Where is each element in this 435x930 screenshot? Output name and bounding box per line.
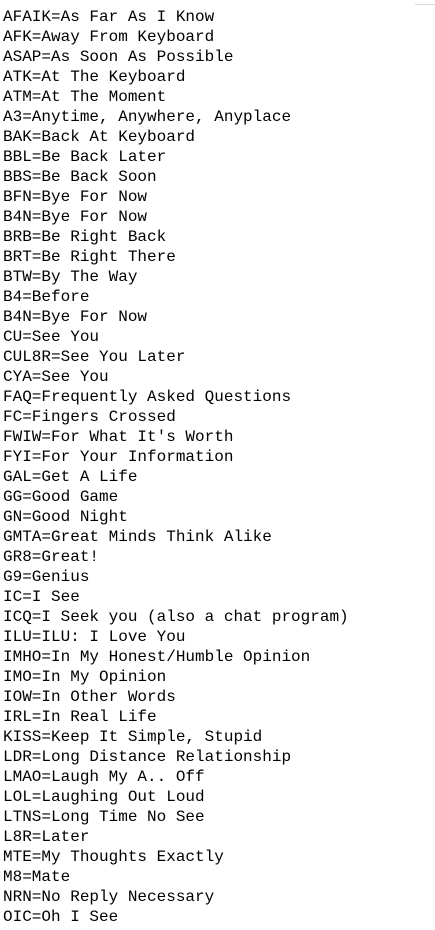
text-line: IRL=In Real Life: [3, 708, 157, 726]
text-line: IOW=In Other Words: [3, 688, 176, 706]
text-line: CUL8R=See You Later: [3, 348, 186, 366]
text-line: FWIW=For What It's Worth: [3, 428, 234, 446]
text-line: IMO=In My Opinion: [3, 668, 167, 686]
text-line: ICQ=I Seek you (also a chat program): [3, 608, 349, 626]
text-document[interactable]: AFAIK=As Far As I Know AFK=Away From Key…: [3, 7, 433, 927]
text-line: AFK=Away From Keyboard: [3, 28, 215, 46]
text-line: GAL=Get A Life: [3, 468, 138, 486]
text-line: KISS=Keep It Simple, Stupid: [3, 728, 263, 746]
text-line: B4N=Bye For Now: [3, 208, 148, 226]
text-line: B4N=Bye For Now: [3, 308, 148, 326]
text-line: LTNS=Long Time No See: [3, 808, 205, 826]
text-line: BAK=Back At Keyboard: [3, 128, 196, 146]
text-line: BTW=By The Way: [3, 268, 138, 286]
text-line: G9=Genius: [3, 568, 90, 586]
text-line: B4=Before: [3, 288, 90, 306]
text-line: MTE=My Thoughts Exactly: [3, 848, 224, 866]
text-line: BRB=Be Right Back: [3, 228, 167, 246]
text-line: AFAIK=As Far As I Know: [3, 8, 215, 26]
top-edge: [0, 0, 435, 6]
text-line: CU=See You: [3, 328, 100, 346]
text-line: LDR=Long Distance Relationship: [3, 748, 292, 766]
text-line: BBS=Be Back Soon: [3, 168, 157, 186]
text-line: CYA=See You: [3, 368, 109, 386]
text-line: BFN=Bye For Now: [3, 188, 148, 206]
text-line: A3=Anytime, Anywhere, Anyplace: [3, 108, 292, 126]
text-line: LMAO=Laugh My A.. Off: [3, 768, 205, 786]
text-line: ATK=At The Keyboard: [3, 68, 186, 86]
text-line: L8R=Later: [3, 828, 90, 846]
text-line: ATM=At The Moment: [3, 88, 167, 106]
text-line: NRN=No Reply Necessary: [3, 888, 215, 906]
text-line: BBL=Be Back Later: [3, 148, 167, 166]
text-line: FC=Fingers Crossed: [3, 408, 176, 426]
text-line: GG=Good Game: [3, 488, 119, 506]
text-line: IC=I See: [3, 588, 80, 606]
text-line: GR8=Great!: [3, 548, 100, 566]
text-line: BRT=Be Right There: [3, 248, 176, 266]
text-line: FYI=For Your Information: [3, 448, 234, 466]
text-line: GMTA=Great Minds Think Alike: [3, 528, 272, 546]
text-line: OIC=Oh I See: [3, 908, 119, 926]
text-line: FAQ=Frequently Asked Questions: [3, 388, 292, 406]
text-line: M8=Mate: [3, 868, 71, 886]
text-line: GN=Good Night: [3, 508, 128, 526]
text-line: ASAP=As Soon As Possible: [3, 48, 234, 66]
text-line: LOL=Laughing Out Loud: [3, 788, 205, 806]
text-line: IMHO=In My Honest/Humble Opinion: [3, 648, 311, 666]
text-line: ILU=ILU: I Love You: [3, 628, 186, 646]
